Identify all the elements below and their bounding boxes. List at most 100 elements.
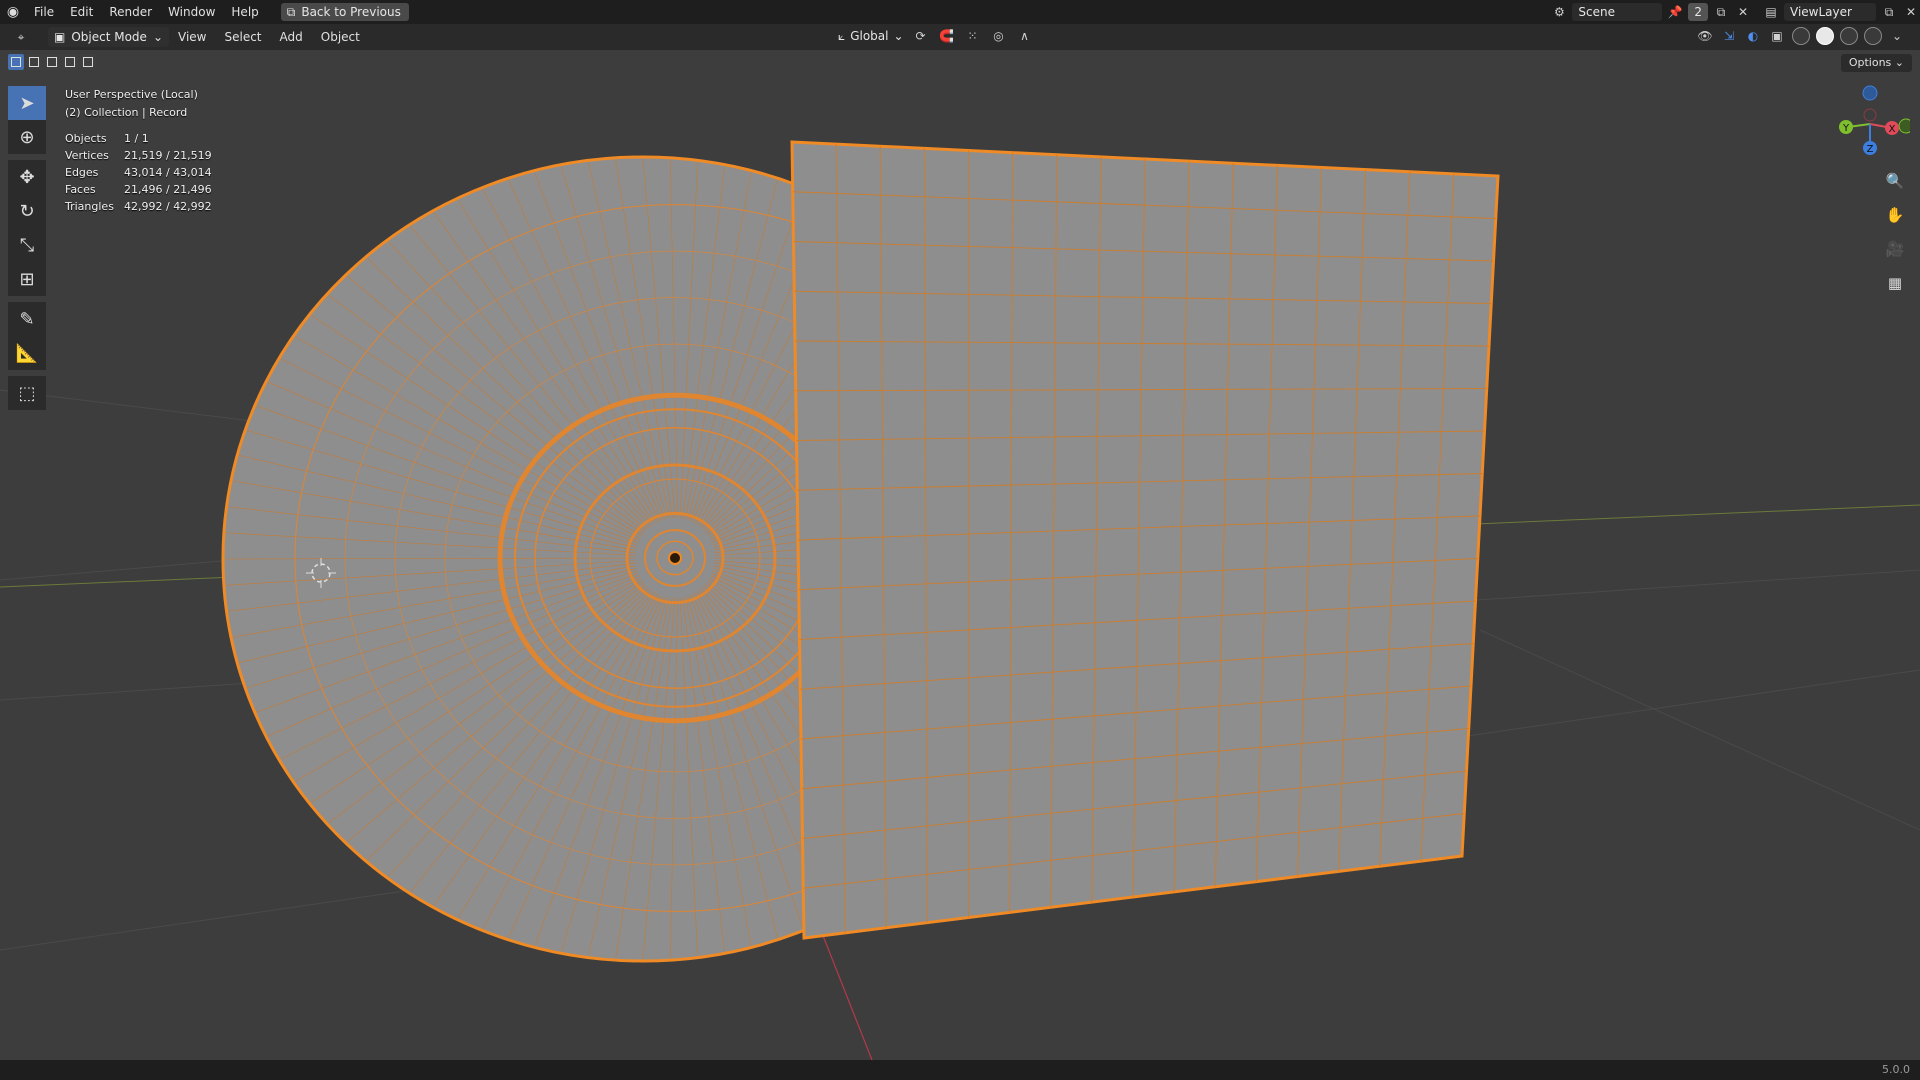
navigation-gizmo[interactable]: X Y Z [1830, 84, 1910, 164]
mode-label: Object Mode [71, 30, 147, 44]
menu-select[interactable]: Select [215, 30, 270, 44]
solid-shading-button[interactable] [1816, 27, 1834, 45]
status-bar: 5.0.0 [0, 1060, 1920, 1080]
top-menu-bar: ◉ File Edit Render Window Help ⧉ Back to… [0, 0, 1920, 24]
shading-options-chevron-icon[interactable]: ⌄ [1888, 27, 1906, 45]
annotate-icon[interactable]: ✎ [8, 302, 46, 336]
view-layer-field[interactable]: ViewLayer [1784, 3, 1876, 21]
gizmo-neg-y-icon[interactable] [1898, 118, 1910, 134]
select-invert-icon[interactable] [62, 54, 78, 70]
stat-label: Vertices [65, 149, 109, 162]
selection-mode-row [8, 54, 96, 70]
delete-scene-icon[interactable]: ✕ [1734, 3, 1752, 21]
back-to-previous-label: Back to Previous [301, 5, 401, 19]
orientation-label: Global [850, 29, 889, 43]
measure-icon[interactable]: 📐 [8, 336, 46, 370]
gizmo-neg-z-icon[interactable] [1862, 85, 1878, 101]
rotate-icon[interactable]: ↻ [8, 194, 46, 228]
scene-statistics: Objects 1 / 1 Vertices 21,519 / 21,519 E… [65, 130, 212, 215]
visibility-eye-icon[interactable]: 👁 [1696, 27, 1714, 45]
viewport-info-overlay: User Perspective (Local) (2) Collection … [65, 86, 198, 122]
rendered-shading-button[interactable] [1864, 27, 1882, 45]
stat-label: Triangles [65, 200, 114, 213]
camera-view-icon[interactable]: 🎥 [1882, 236, 1908, 262]
gizmo-toggle-icon[interactable]: ⇲ [1720, 27, 1738, 45]
transform-icon[interactable]: ⊞ [8, 262, 46, 296]
xray-toggle-icon[interactable]: ▣ [1768, 27, 1786, 45]
options-label: Options [1848, 56, 1892, 69]
pivot-point-icon[interactable]: ⟳ [912, 27, 930, 45]
perspective-label: User Perspective (Local) [65, 88, 198, 101]
menu-view[interactable]: View [169, 30, 215, 44]
blender-logo-icon[interactable]: ◉ [0, 0, 26, 24]
menu-window[interactable]: Window [160, 0, 223, 24]
stat-row: Edges 43,014 / 43,014 [65, 164, 212, 181]
perspective-grid-icon[interactable]: ▦ [1882, 270, 1908, 296]
delete-view-layer-icon[interactable]: ✕ [1902, 3, 1920, 21]
stat-label: Faces [65, 183, 96, 196]
stat-label: Edges [65, 166, 99, 179]
menu-add[interactable]: Add [271, 30, 312, 44]
stat-label: Objects [65, 132, 107, 145]
add-cube-icon[interactable]: ⬚ [8, 376, 46, 410]
version-label: 5.0.0 [1882, 1063, 1910, 1076]
new-scene-icon[interactable]: ⧉ [1712, 3, 1730, 21]
options-dropdown[interactable]: Options ⌄ [1840, 54, 1912, 72]
collection-label: (2) Collection | Record [65, 106, 188, 119]
select-new-icon[interactable] [8, 54, 24, 70]
orientation-dropdown[interactable]: ⟀ Global ⌄ [838, 29, 904, 44]
stat-value: 1 / 1 [124, 132, 149, 145]
gizmo-neg-x-icon[interactable] [1863, 108, 1877, 122]
overlay-toggle-icon[interactable]: ◐ [1744, 27, 1762, 45]
snap-target-icon[interactable]: ⁙ [964, 27, 982, 45]
view-layer-name: ViewLayer [1790, 5, 1852, 19]
viewport-navigation-buttons: 🔍 ✋ 🎥 ▦ [1882, 168, 1908, 296]
snap-toggle-icon[interactable]: 🧲 [938, 27, 956, 45]
view-layer-selector-icon[interactable]: ▤ [1762, 3, 1780, 21]
pin-icon[interactable]: 📌 [1666, 3, 1684, 21]
gizmo-y-label: Y [1842, 123, 1850, 134]
viewport-header: ⌖ ▣ Object Mode ⌄ View Select Add Object… [0, 24, 1920, 50]
select-extend-icon[interactable] [26, 54, 42, 70]
material-shading-button[interactable] [1840, 27, 1858, 45]
cursor-icon[interactable]: ⊕ [8, 120, 46, 154]
back-to-previous-button[interactable]: ⧉ Back to Previous [280, 3, 409, 21]
new-view-layer-icon[interactable]: ⧉ [1880, 3, 1898, 21]
album-sleeve [790, 140, 1500, 940]
chevron-down-icon: ⌄ [893, 29, 904, 43]
stat-row: Faces 21,496 / 21,496 [65, 181, 212, 198]
menu-edit[interactable]: Edit [62, 0, 101, 24]
pan-hand-icon[interactable]: ✋ [1882, 202, 1908, 228]
wireframe-shading-button[interactable] [1792, 27, 1810, 45]
scene-selector-icon[interactable]: ⚙ [1550, 3, 1568, 21]
object-mode-icon: ▣ [54, 30, 66, 44]
mode-dropdown[interactable]: ▣ Object Mode ⌄ [48, 27, 169, 47]
select-subtract-icon[interactable] [44, 54, 60, 70]
menu-render[interactable]: Render [101, 0, 160, 24]
menu-file[interactable]: File [26, 0, 62, 24]
editor-type-icon[interactable]: ⌖ [12, 28, 30, 46]
menu-help[interactable]: Help [223, 0, 266, 24]
menu-object[interactable]: Object [312, 30, 369, 44]
stat-row: Objects 1 / 1 [65, 130, 212, 147]
chevron-down-icon: ⌄ [152, 30, 163, 44]
gizmo-x-label: X [1889, 124, 1896, 135]
workspace-controls: ⚙ Scene 📌 2 ⧉ ✕ ▤ ViewLayer ⧉ ✕ [1550, 0, 1920, 24]
scene-name: Scene [1578, 5, 1615, 19]
select-intersect-icon[interactable] [80, 54, 96, 70]
scene-users-count[interactable]: 2 [1688, 3, 1708, 21]
scene-name-field[interactable]: Scene [1572, 3, 1663, 21]
select-box-icon[interactable]: ➤ [8, 86, 46, 120]
move-icon[interactable]: ✥ [8, 160, 46, 194]
stat-row: Triangles 42,992 / 42,992 [65, 198, 212, 215]
viewport-display-controls: 👁 ⇲ ◐ ▣ ⌄ [1696, 27, 1906, 45]
stat-row: Vertices 21,519 / 21,519 [65, 147, 212, 164]
back-screen-icon: ⧉ [286, 5, 296, 19]
scale-icon[interactable]: ⤡ [8, 228, 46, 262]
falloff-icon[interactable]: ∧ [1016, 27, 1034, 45]
proportional-edit-icon[interactable]: ◎ [990, 27, 1008, 45]
tool-shelf: ➤ ⊕ ✥ ↻ ⤡ ⊞ ✎ 📐 ⬚ [8, 86, 46, 410]
3d-viewport[interactable] [0, 50, 1920, 1060]
gizmo-z-label: Z [1867, 144, 1874, 155]
zoom-icon[interactable]: 🔍 [1882, 168, 1908, 194]
